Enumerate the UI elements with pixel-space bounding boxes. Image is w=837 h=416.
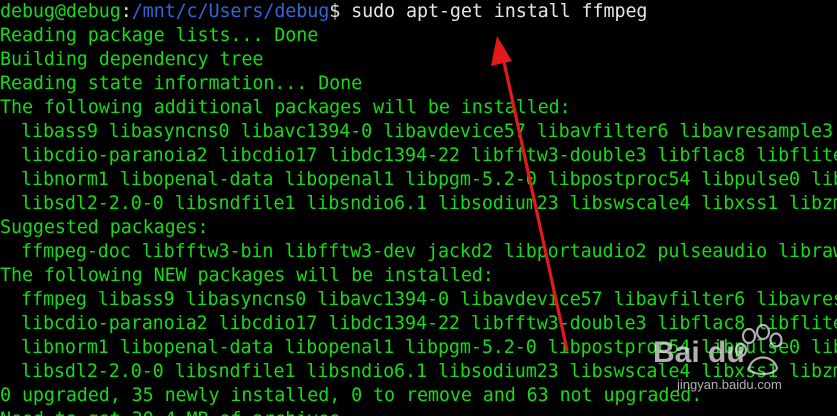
output-line-suggested-packages: ffmpeg-doc libfftw3-bin libfftw3-dev jac… (21, 241, 837, 262)
output-line-additional-packages-1: libass9 libasyncns0 libavc1394-0 libavde… (21, 121, 833, 142)
prompt-symbol: $ (329, 1, 341, 22)
baidu-watermark: Bai du jingyan.baidu.com (649, 322, 829, 404)
prompt-user-host: debug@debug (0, 1, 121, 22)
output-line-suggested-header: Suggested packages: (0, 217, 209, 238)
output-line-reading-lists: Reading package lists... Done (0, 25, 319, 46)
output-line-additional-packages-3: libnorm1 libopenal-data libopenal1 libpg… (21, 169, 837, 190)
watermark-site-text: jingyan.baidu.com (677, 377, 782, 392)
output-line-reading-state: Reading state information... Done (0, 73, 363, 94)
command-prompt-line: debug@debug:/mnt/c/Users/debug$ sudo apt… (0, 0, 648, 24)
output-line-additional-packages-2: libcdio-paranoia2 libcdio17 libdc1394-22… (21, 145, 837, 166)
output-line-new-header: The following NEW packages will be insta… (0, 265, 494, 286)
output-line-new-packages-1: ffmpeg libass9 libasyncns0 libavc1394-0 … (21, 289, 837, 310)
terminal-window[interactable]: debug@debug:/mnt/c/Users/debug$ sudo apt… (0, 0, 837, 416)
output-line-building-tree: Building dependency tree (0, 49, 264, 70)
baidu-paw-logo-icon: Bai du (653, 323, 783, 376)
prompt-path: /mnt/c/Users/debug (131, 1, 330, 22)
prompt-command: sudo apt-get install ffmpeg (340, 1, 648, 22)
output-line-download-size: Need to get 30.4 MB of archives. (0, 408, 351, 416)
output-line-summary: 0 upgraded, 35 newly installed, 0 to rem… (0, 385, 703, 406)
output-line-additional-packages-4: libsdl2-2.0-0 libsndfile1 libsndio6.1 li… (21, 193, 837, 214)
output-line-additional-header: The following additional packages will b… (0, 97, 571, 118)
watermark-brand-text: Bai du (653, 336, 745, 369)
prompt-separator: : (120, 1, 132, 22)
